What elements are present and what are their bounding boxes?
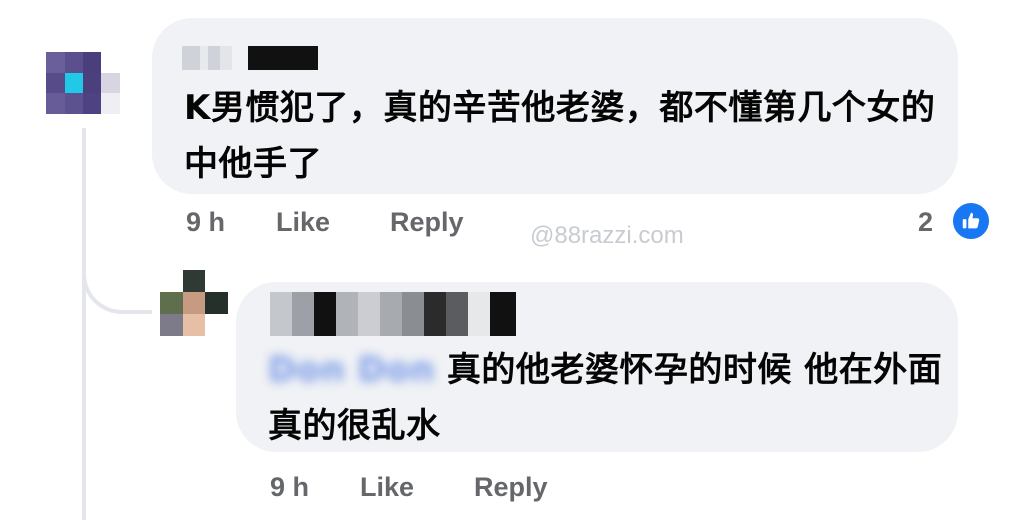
redacted-name [182, 46, 232, 70]
thread-line [82, 128, 86, 520]
comment-text: K男惯犯了，真的辛苦他老婆，都不懂第几个女的中他手了 [184, 88, 936, 184]
avatar[interactable] [28, 52, 138, 114]
like-button[interactable]: Like [276, 207, 330, 238]
reply-button[interactable]: Reply [474, 472, 548, 503]
reaction-count[interactable]: 2 [918, 207, 933, 238]
comment-timestamp[interactable]: 9 h [186, 207, 225, 238]
thumbs-up-icon[interactable] [950, 200, 992, 242]
redacted-name [270, 292, 516, 336]
comment-timestamp[interactable]: 9 h [270, 472, 309, 503]
reply-button[interactable]: Reply [390, 207, 464, 238]
avatar[interactable] [160, 270, 228, 336]
reply-connector [82, 240, 152, 314]
like-button[interactable]: Like [360, 472, 414, 503]
redacted-name [248, 46, 318, 70]
mention-tag[interactable]: Don Don [268, 350, 435, 390]
watermark: @88razzi.com [530, 222, 684, 249]
comment-text: Don Don 真的他老婆怀孕的时候 他在外面真的很乱水 [268, 342, 948, 454]
